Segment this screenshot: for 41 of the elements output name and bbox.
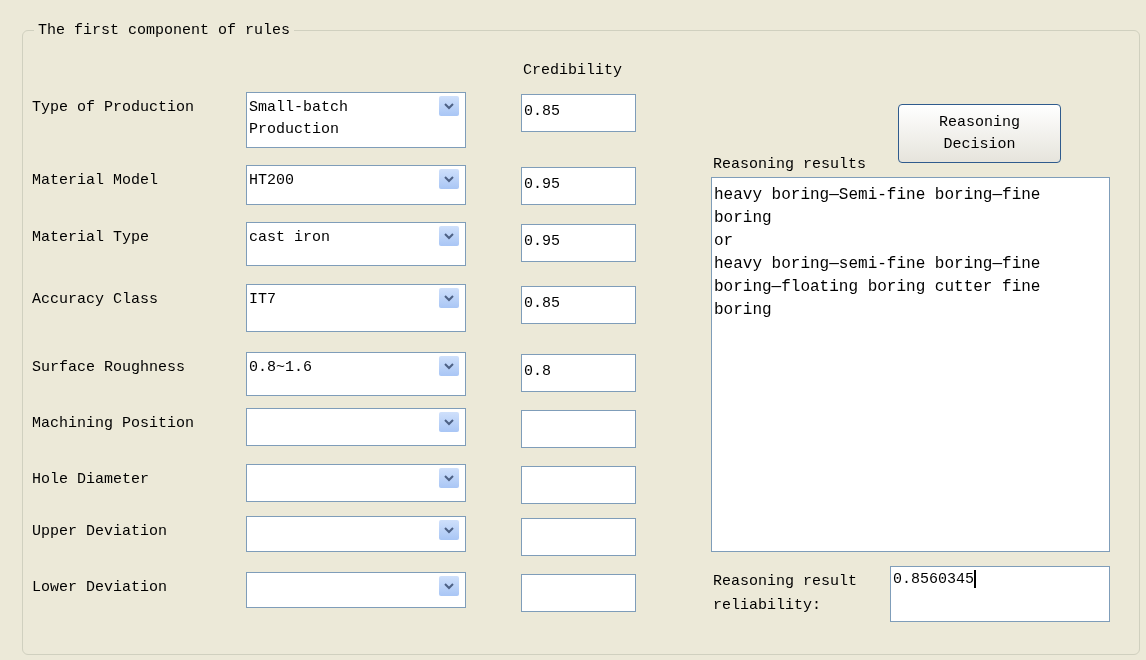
dropdown[interactable] bbox=[246, 572, 466, 608]
dropdown[interactable]: HT200 bbox=[246, 165, 466, 205]
dropdown-value: cast iron bbox=[249, 228, 331, 248]
field-label: Upper Deviation bbox=[32, 522, 168, 542]
field-label: Material Type bbox=[32, 228, 150, 248]
result-line: heavy boring—semi-fine boring—fine boring—floating boring cutter fine boring bbox=[714, 254, 1042, 321]
field-label: Surface Roughness bbox=[32, 358, 186, 378]
field-label: Material Model bbox=[32, 171, 159, 191]
dropdown[interactable]: Small-batch Production bbox=[246, 92, 466, 148]
field-label: Lower Deviation bbox=[32, 578, 168, 598]
dropdown[interactable] bbox=[246, 516, 466, 552]
credibility-field[interactable] bbox=[521, 466, 636, 504]
credibility-field[interactable]: 0.85 bbox=[521, 286, 636, 324]
field-label: Hole Diameter bbox=[32, 470, 150, 490]
dropdown[interactable] bbox=[246, 464, 466, 502]
credibility-field[interactable] bbox=[521, 410, 636, 448]
reliability-label: Reasoning result reliability: bbox=[713, 572, 859, 616]
dropdown[interactable]: cast iron bbox=[246, 222, 466, 266]
field-label: Machining Position bbox=[32, 414, 195, 434]
field-label: Type of Production bbox=[32, 98, 195, 118]
reliability-field[interactable]: 0.8560345 bbox=[890, 566, 1110, 622]
credibility-field[interactable]: 0.8 bbox=[521, 354, 636, 392]
reliability-value: 0.8560345 bbox=[893, 570, 974, 590]
dropdown-value: 0.8~1.6 bbox=[249, 358, 313, 378]
dropdown-value: HT200 bbox=[249, 171, 295, 191]
credibility-field[interactable]: 0.95 bbox=[521, 224, 636, 262]
field-label: Accuracy Class bbox=[32, 290, 159, 310]
credibility-field[interactable]: 0.95 bbox=[521, 167, 636, 205]
results-label: Reasoning results bbox=[713, 155, 867, 175]
results-text-area[interactable]: heavy boring—Semi-fine boring—fine boring or heavy boring—semi-fine boring—fine boring—floating boring cutter fine boring bbox=[711, 177, 1110, 552]
dropdown-value: IT7 bbox=[249, 290, 277, 310]
dropdown[interactable]: IT7 bbox=[246, 284, 466, 332]
dropdown-value: Small-batch Production bbox=[249, 98, 350, 140]
result-line: or bbox=[714, 231, 734, 252]
credibility-field[interactable] bbox=[521, 518, 636, 556]
column-header: Credibility bbox=[523, 61, 623, 81]
dropdown[interactable]: 0.8~1.6 bbox=[246, 352, 466, 396]
credibility-field[interactable]: 0.85 bbox=[521, 94, 636, 132]
dropdown[interactable] bbox=[246, 408, 466, 446]
reasoning-decision-button[interactable]: Reasoning Decision bbox=[898, 104, 1061, 163]
credibility-field[interactable] bbox=[521, 574, 636, 612]
